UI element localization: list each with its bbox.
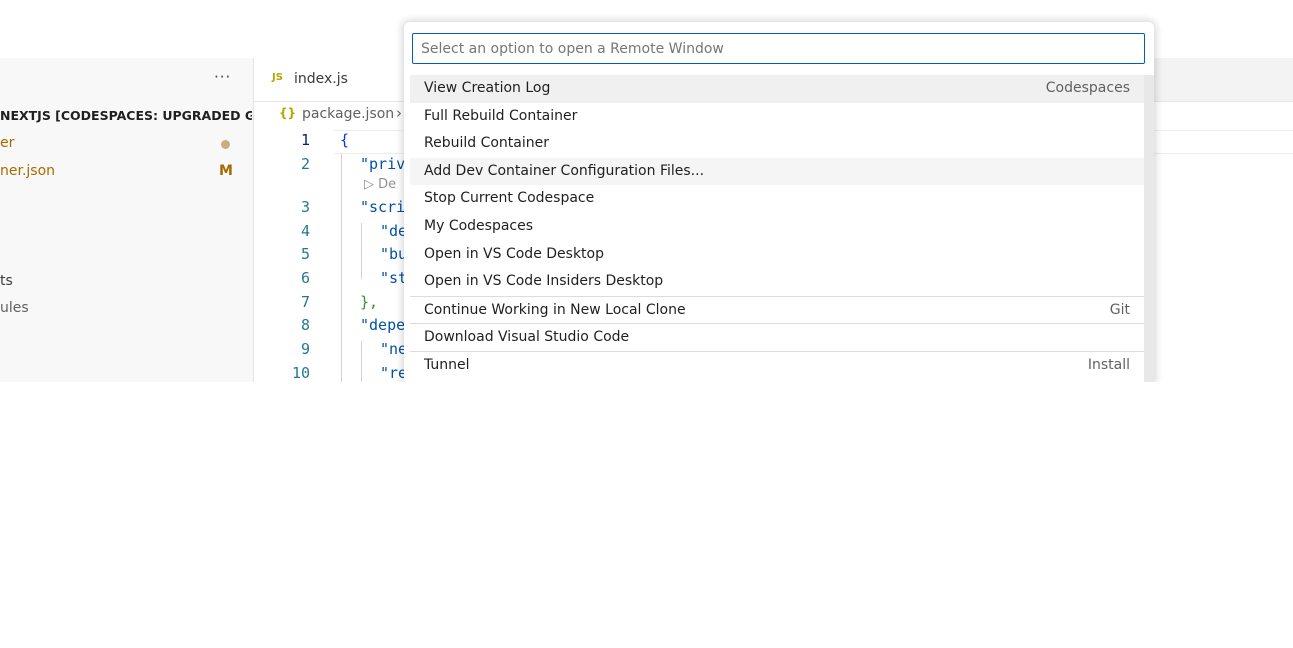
option-label: Stop Current Codespace [424, 190, 595, 207]
option-label: Continue Working in New Local Clone [424, 301, 686, 318]
line-number: 2 [300, 155, 310, 173]
line-number: 6 [300, 269, 310, 287]
option-label: Open in VS Code Insiders Desktop [424, 273, 664, 290]
option-label: Open in VS Code Desktop [424, 245, 604, 262]
option-full-rebuild-container[interactable]: Full Rebuild Container [410, 103, 1144, 131]
modified-dot-icon [221, 140, 230, 149]
option-stop-current-codespace[interactable]: Stop Current Codespace [410, 185, 1144, 213]
quick-pick-input[interactable] [412, 33, 1145, 64]
option-label: Add Dev Container Configuration Files... [424, 162, 705, 179]
screen: ··· NEXTJS [CODESPACES: UPGRADED G... er… [0, 0, 1293, 648]
modified-badge: M [219, 163, 233, 179]
option-open-vscode-desktop[interactable]: Open in VS Code Desktop [410, 241, 1144, 269]
code-line[interactable]: "depe [360, 316, 405, 334]
option-group: Codespaces [1045, 80, 1130, 96]
code-line[interactable]: { [340, 131, 349, 149]
option-continue-local-clone[interactable]: Continue Working in New Local Clone Git [410, 295, 1144, 324]
javascript-file-icon: JS [272, 72, 283, 83]
option-label: Rebuild Container [424, 135, 550, 152]
line-number: 3 [300, 198, 310, 216]
option-download-vscode[interactable]: Download Visual Studio Code [410, 323, 1144, 351]
indent-guide [341, 154, 342, 382]
chevron-right-icon: › [396, 104, 402, 122]
option-label: Download Visual Studio Code [424, 329, 630, 346]
code-line[interactable]: }, [360, 293, 378, 311]
tree-item-modules[interactable]: ules [0, 298, 250, 320]
line-number: 9 [300, 340, 310, 358]
option-open-vscode-insiders-desktop[interactable]: Open in VS Code Insiders Desktop [410, 268, 1144, 296]
line-number: 5 [300, 245, 310, 263]
option-my-codespaces[interactable]: My Codespaces [410, 213, 1144, 241]
breadcrumb-file[interactable]: package.json [302, 106, 394, 122]
code-line[interactable]: "scri [360, 198, 405, 216]
option-rebuild-container[interactable]: Rebuild Container [410, 130, 1144, 158]
option-view-creation-log[interactable]: View Creation Log Codespaces [410, 75, 1144, 103]
line-number: 1 [300, 131, 310, 149]
indent-guide [361, 341, 362, 382]
tree-item-folder[interactable]: er [0, 133, 250, 155]
tree-item-label: ner.json [0, 163, 56, 179]
more-actions-icon[interactable]: ··· [214, 68, 231, 86]
tree-item-json[interactable]: ner.json M [0, 161, 250, 183]
remote-window-quick-pick: View Creation Log Codespaces Full Rebuil… [404, 22, 1154, 382]
line-number: 8 [300, 316, 310, 334]
line-number: 4 [300, 222, 310, 240]
option-add-dev-container-config[interactable]: Add Dev Container Configuration Files... [410, 157, 1144, 186]
option-label: Tunnel [424, 356, 470, 373]
json-file-icon: {} [279, 106, 297, 120]
quick-pick-scrollbar[interactable] [1144, 75, 1154, 382]
explorer-sidebar: ··· NEXTJS [CODESPACES: UPGRADED G... er… [0, 58, 254, 382]
indent-guide [361, 223, 362, 279]
option-group: Git [1109, 301, 1130, 318]
option-group: Install [1087, 356, 1130, 373]
option-label: My Codespaces [424, 217, 534, 234]
quick-pick-list: View Creation Log Codespaces Full Rebuil… [410, 75, 1144, 379]
option-label: Full Rebuild Container [424, 107, 578, 124]
code-line[interactable]: "priv [360, 155, 405, 173]
workspace-title[interactable]: NEXTJS [CODESPACES: UPGRADED G... [0, 108, 252, 123]
tree-item-ts[interactable]: ts [0, 271, 250, 293]
option-tunnel[interactable]: Tunnel Install [410, 350, 1144, 379]
codelens-debug[interactable]: ▷ De [364, 177, 396, 192]
tab-index-js[interactable]: JS index.js [254, 58, 405, 101]
tree-item-label: er [0, 135, 15, 151]
tree-item-label: ules [0, 300, 29, 316]
tree-item-label: ts [0, 273, 13, 289]
option-label: View Creation Log [424, 80, 551, 96]
vscode-window: ··· NEXTJS [CODESPACES: UPGRADED G... er… [0, 0, 1293, 382]
line-number: 10 [291, 364, 310, 382]
tab-label: index.js [294, 71, 348, 87]
line-number: 7 [300, 293, 310, 311]
